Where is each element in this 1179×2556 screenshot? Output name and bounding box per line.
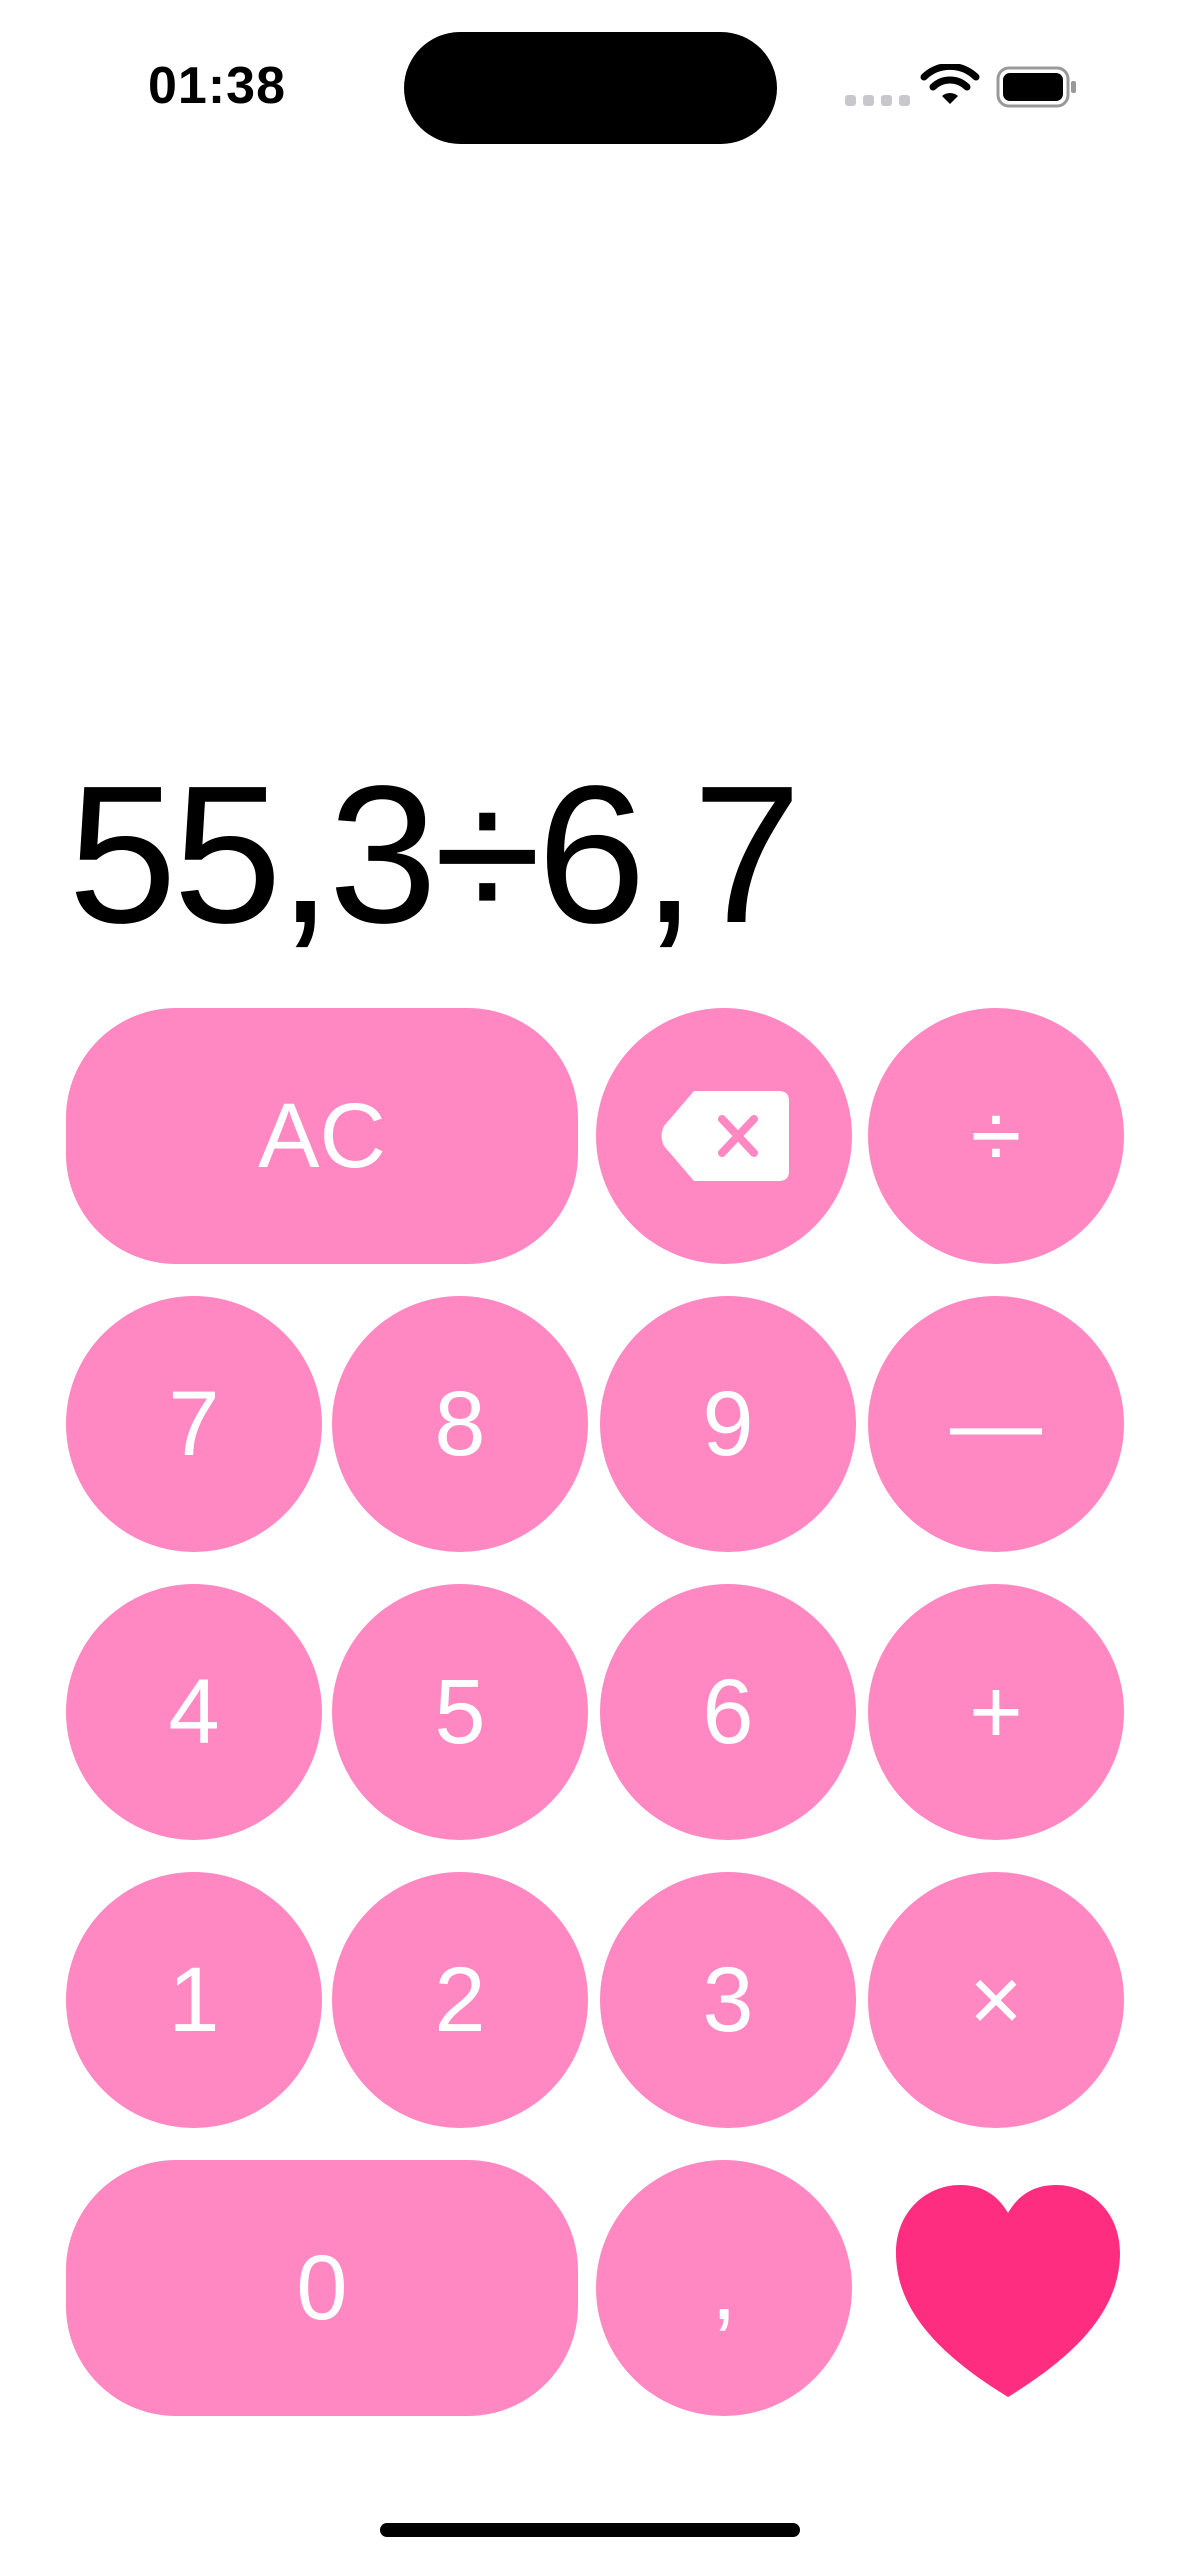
subtract-button[interactable]: —	[868, 1296, 1124, 1552]
calculator-display: 55,3÷6,7	[68, 745, 802, 964]
add-label: +	[969, 1660, 1023, 1763]
decimal-button[interactable]: ,	[596, 2160, 852, 2416]
battery-icon	[996, 66, 1076, 108]
digit-7-button[interactable]: 7	[66, 1296, 322, 1552]
clear-label: AC	[258, 1084, 386, 1187]
digit-7-label: 7	[168, 1372, 220, 1475]
digit-8-button[interactable]: 8	[332, 1296, 588, 1552]
status-bar: 01:38	[0, 0, 1179, 180]
dynamic-island	[404, 32, 777, 144]
home-indicator[interactable]	[380, 2523, 800, 2537]
digit-5-button[interactable]: 5	[332, 1584, 588, 1840]
decimal-label: ,	[711, 2236, 737, 2339]
status-time: 01:38	[148, 57, 286, 115]
digit-6-button[interactable]: 6	[600, 1584, 856, 1840]
digit-3-label: 3	[702, 1948, 754, 2051]
digit-4-button[interactable]: 4	[66, 1584, 322, 1840]
digit-4-label: 4	[168, 1660, 220, 1763]
digit-9-label: 9	[702, 1372, 754, 1475]
clear-button[interactable]: AC	[66, 1008, 578, 1264]
digit-0-label: 0	[296, 2236, 348, 2339]
digit-3-button[interactable]: 3	[600, 1872, 856, 2128]
digit-1-label: 1	[168, 1948, 220, 2051]
backspace-icon	[661, 1091, 789, 1181]
digit-2-label: 2	[434, 1948, 486, 2051]
divide-label: ÷	[970, 1084, 1022, 1187]
cellular-signal-icon	[845, 95, 910, 106]
digit-6-label: 6	[702, 1660, 754, 1763]
digit-8-label: 8	[434, 1372, 486, 1475]
add-button[interactable]: +	[868, 1584, 1124, 1840]
digit-9-button[interactable]: 9	[600, 1296, 856, 1552]
divide-button[interactable]: ÷	[868, 1008, 1124, 1264]
digit-1-button[interactable]: 1	[66, 1872, 322, 2128]
backspace-button[interactable]	[596, 1008, 852, 1264]
multiply-button[interactable]: ×	[868, 1872, 1124, 2128]
digit-5-label: 5	[434, 1660, 486, 1763]
digit-2-button[interactable]: 2	[332, 1872, 588, 2128]
digit-0-button[interactable]: 0	[66, 2160, 578, 2416]
wifi-icon	[920, 64, 980, 104]
subtract-label: —	[950, 1372, 1042, 1475]
heart-icon[interactable]	[888, 2175, 1128, 2405]
multiply-label: ×	[969, 1948, 1023, 2051]
